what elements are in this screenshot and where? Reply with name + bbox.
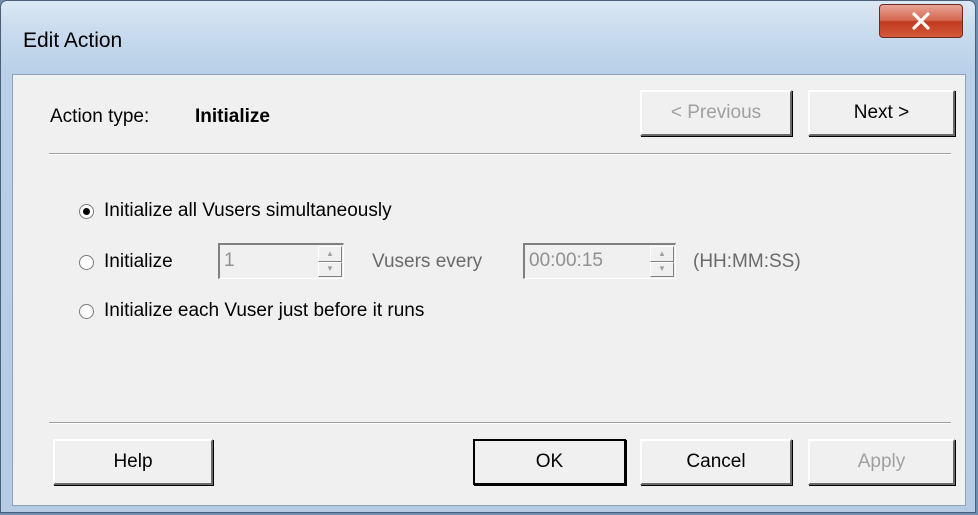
radio-initialize-gradually[interactable] xyxy=(79,254,94,270)
interval-format-label: (HH:MM:SS) xyxy=(693,251,801,272)
dialog-body: Action type: Initialize < Previous Next … xyxy=(12,74,966,506)
radio-all-simultaneously[interactable] xyxy=(79,203,94,219)
edit-action-dialog: Edit Action Action type: Initialize < Pr… xyxy=(0,0,976,513)
previous-button[interactable]: < Previous xyxy=(640,90,792,136)
vusers-count-spin-arrows[interactable]: ▲ ▼ xyxy=(318,246,342,277)
close-icon xyxy=(912,12,930,30)
spin-up-icon[interactable]: ▲ xyxy=(318,246,342,262)
action-type-label: Action type: xyxy=(50,106,150,127)
option-initialize-gradually[interactable]: Initialize xyxy=(79,251,173,273)
apply-button[interactable]: Apply xyxy=(808,439,955,485)
vusers-every-label: Vusers every xyxy=(372,251,483,272)
help-button[interactable]: Help xyxy=(53,439,213,485)
option-label-each-before-run: Initialize each Vuser just before it run… xyxy=(104,300,425,321)
vusers-count-spinner[interactable]: ▲ ▼ xyxy=(218,243,344,279)
spin-up-icon[interactable]: ▲ xyxy=(650,246,674,262)
radio-each-before-run[interactable] xyxy=(79,303,94,319)
option-initialize-all-simultaneously[interactable]: Initialize all Vusers simultaneously xyxy=(79,200,392,222)
interval-input[interactable] xyxy=(527,247,649,275)
interval-spin-arrows[interactable]: ▲ ▼ xyxy=(650,246,674,277)
action-type-value: Initialize xyxy=(195,106,270,127)
top-divider xyxy=(49,153,951,155)
cancel-button[interactable]: Cancel xyxy=(640,439,792,485)
title-bar[interactable]: Edit Action xyxy=(1,1,975,71)
spin-down-icon[interactable]: ▼ xyxy=(650,261,674,277)
close-button[interactable] xyxy=(879,4,963,38)
vusers-count-input[interactable] xyxy=(222,247,316,275)
option-initialize-each-before-run[interactable]: Initialize each Vuser just before it run… xyxy=(79,300,424,322)
option-label-all-simultaneously: Initialize all Vusers simultaneously xyxy=(104,200,392,221)
interval-spinner[interactable]: ▲ ▼ xyxy=(523,243,676,279)
dialog-title: Edit Action xyxy=(23,29,123,52)
next-button[interactable]: Next > xyxy=(808,90,955,136)
option-label-initialize: Initialize xyxy=(104,251,173,272)
ok-button[interactable]: OK xyxy=(473,439,626,485)
bottom-divider xyxy=(49,422,951,424)
spin-down-icon[interactable]: ▼ xyxy=(318,261,342,277)
